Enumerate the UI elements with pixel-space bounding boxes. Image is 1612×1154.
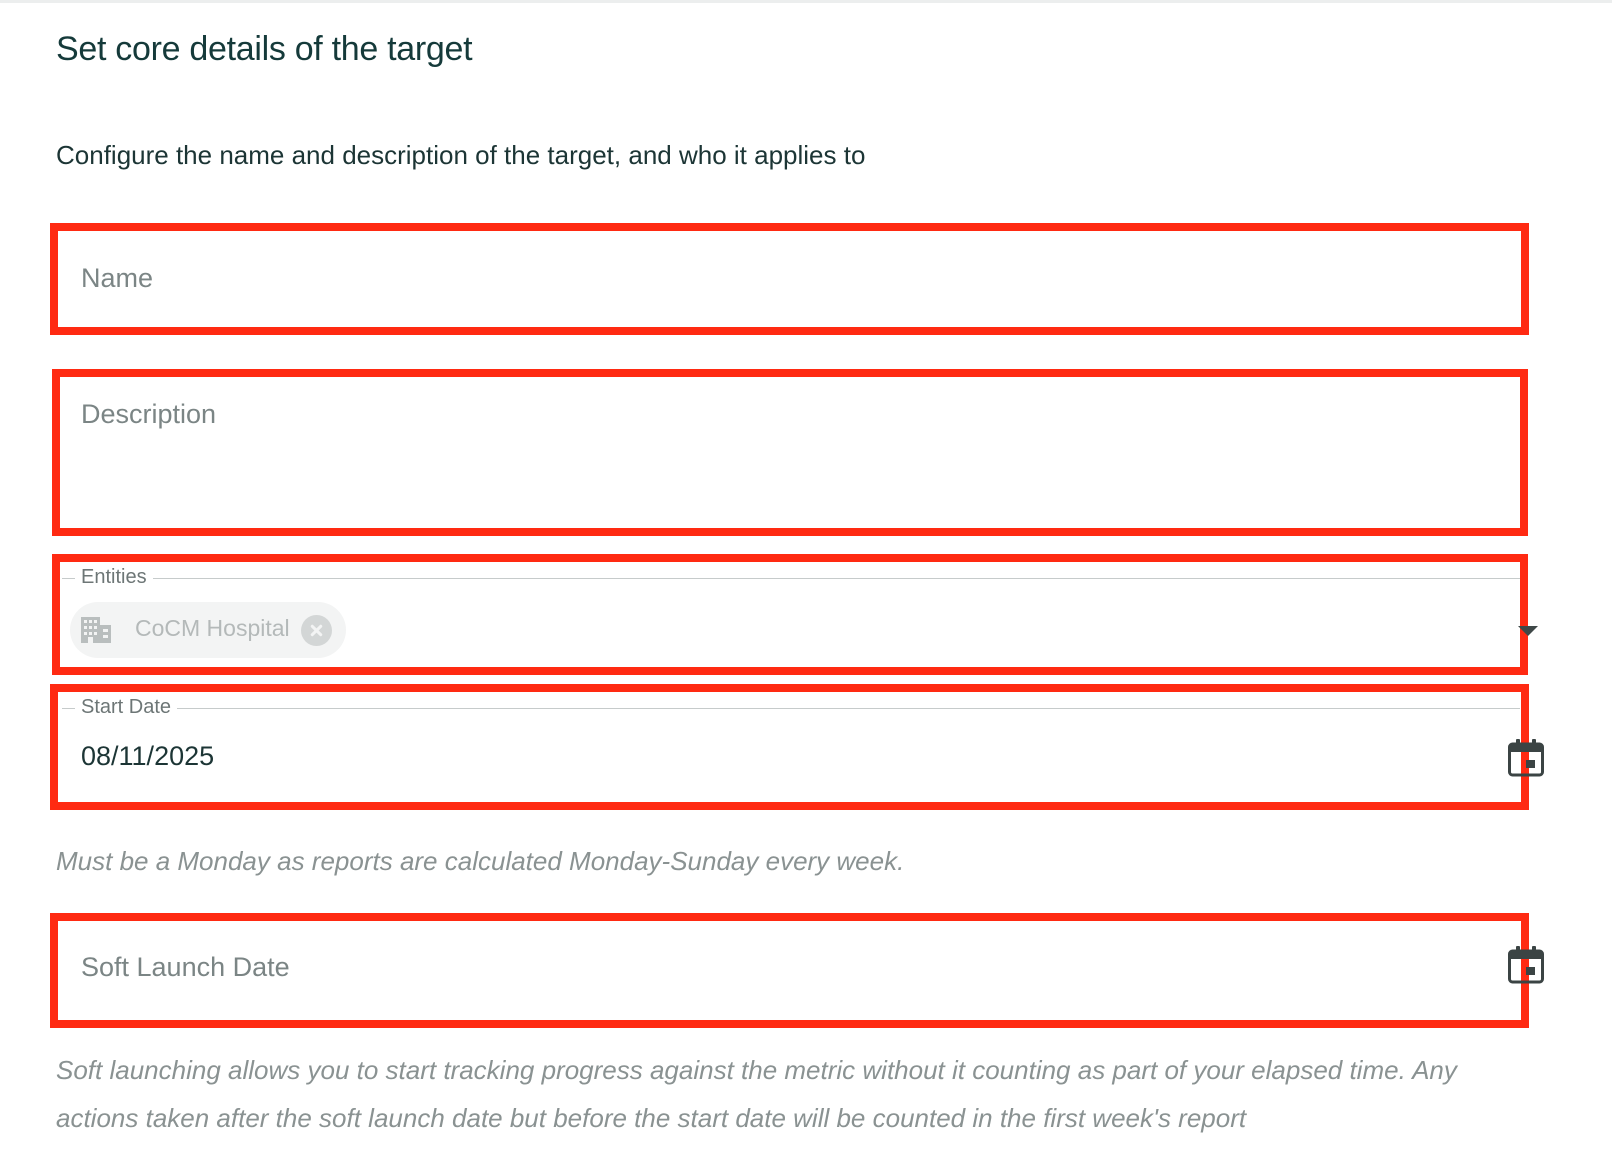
start-date-label: Start Date	[75, 696, 178, 719]
chevron-down-icon[interactable]	[1518, 626, 1538, 636]
soft-launch-helper: Soft launching allows you to start track…	[56, 1055, 1457, 1133]
entity-chip-cocm-hospital[interactable]: CoCM Hospital	[70, 602, 346, 658]
entities-label: Entities	[75, 566, 153, 589]
start-date-value: 08/11/2025	[81, 741, 215, 771]
description-placeholder: Description	[81, 399, 217, 429]
start-date-outline	[62, 708, 1520, 709]
page-subtitle: Configure the name and description of th…	[56, 140, 866, 170]
top-divider	[0, 0, 1612, 3]
entities-outline	[62, 578, 1520, 579]
soft-launch-placeholder: Soft Launch Date	[81, 952, 290, 982]
calendar-icon[interactable]	[1508, 739, 1544, 777]
name-placeholder: Name	[81, 263, 154, 293]
name-field[interactable]	[50, 223, 1529, 335]
calendar-icon[interactable]	[1508, 946, 1544, 984]
page-title: Set core details of the target	[56, 30, 473, 68]
description-field[interactable]	[52, 369, 1528, 536]
building-icon	[81, 617, 111, 643]
chip-close-icon[interactable]	[301, 615, 332, 646]
entity-chip-label: CoCM Hospital	[135, 615, 290, 641]
start-date-helper: Must be a Monday as reports are calculat…	[56, 846, 905, 876]
start-date-field[interactable]	[50, 684, 1529, 810]
